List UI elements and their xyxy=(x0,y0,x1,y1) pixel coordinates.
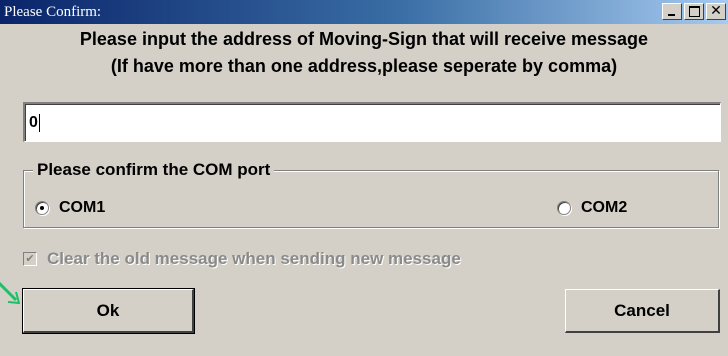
prompt-line-2: (If have more than one address,please se… xyxy=(110,56,618,76)
radio-checked-icon[interactable] xyxy=(35,201,49,215)
maximize-icon[interactable] xyxy=(684,3,704,20)
ok-button[interactable]: Ok xyxy=(22,288,195,334)
com-port-group-label: Please confirm the COM port xyxy=(33,160,275,180)
radio-com2[interactable]: COM2 xyxy=(557,199,627,217)
close-icon[interactable] xyxy=(706,3,726,20)
radio-com1[interactable]: COM1 xyxy=(35,199,105,217)
prompt-line-1: Please input the address of Moving-Sign … xyxy=(79,29,649,49)
radio-unchecked-icon[interactable] xyxy=(557,201,571,215)
title-bar[interactable]: Please Confirm: xyxy=(0,0,728,24)
cancel-button[interactable]: Cancel xyxy=(565,289,720,333)
clear-old-message-checkbox[interactable]: Clear the old message when sending new m… xyxy=(23,249,461,269)
window-title: Please Confirm: xyxy=(4,4,102,20)
address-input[interactable]: 0 xyxy=(23,102,721,142)
radio-com1-label: COM1 xyxy=(59,199,106,216)
checkbox-checked-icon[interactable] xyxy=(23,252,37,266)
minimize-icon[interactable] xyxy=(662,3,682,20)
clear-old-message-label: Clear the old message when sending new m… xyxy=(47,249,461,268)
window-controls xyxy=(660,3,726,20)
annotation-arrow-icon xyxy=(0,281,20,305)
radio-com2-label: COM2 xyxy=(581,199,628,216)
